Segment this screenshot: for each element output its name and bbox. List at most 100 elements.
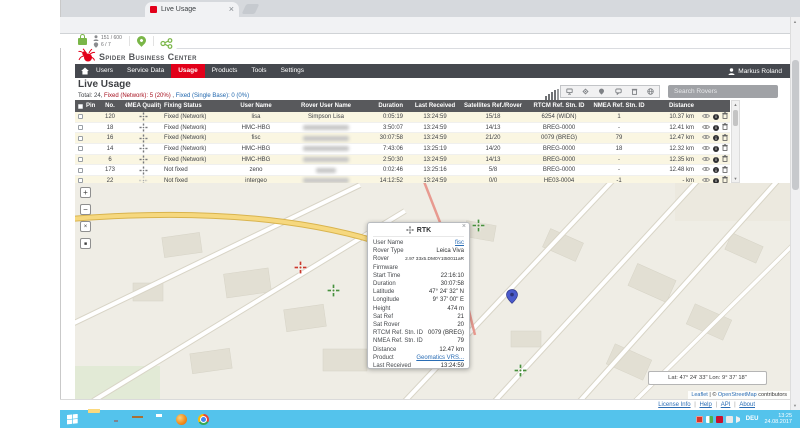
page-scroll-thumb[interactable] — [792, 60, 799, 190]
zoom-out-button[interactable]: − — [80, 204, 91, 215]
rover-license-count: 6 / 7 — [101, 42, 111, 49]
console-app-icon[interactable] — [110, 413, 123, 425]
map-pin-icon[interactable] — [598, 88, 605, 95]
row-checkbox[interactable] — [78, 114, 83, 119]
info-icon[interactable]: i — [713, 146, 719, 152]
remote-app-icon[interactable] — [154, 413, 167, 425]
new-tab-button[interactable] — [242, 4, 260, 14]
archive-app-icon[interactable] — [132, 413, 145, 425]
tray-flag-icon[interactable] — [706, 416, 713, 423]
nav-item-service-data[interactable]: Service Data — [120, 64, 171, 78]
info-icon[interactable]: i — [713, 125, 719, 131]
info-icon[interactable]: i — [713, 157, 719, 163]
row-checkbox[interactable] — [78, 168, 83, 173]
map[interactable]: +−×■ × RTK User NamefiscRover TypeLeica … — [75, 183, 790, 399]
footer-link-help[interactable]: Help — [699, 402, 711, 408]
attribution-tail: contributors — [757, 392, 787, 398]
map-marker-pin[interactable] — [506, 289, 518, 309]
globe-icon[interactable] — [647, 88, 654, 95]
trash-icon[interactable] — [722, 155, 728, 164]
popup-field-label: Product — [373, 354, 394, 362]
popup-header: RTK — [373, 226, 464, 237]
summary-fixed-single[interactable]: Fixed (Single Base): 0 (0%) — [176, 93, 249, 99]
trash-icon[interactable] — [722, 112, 728, 121]
zoom-in-button[interactable]: + — [80, 187, 91, 198]
summary-fixed-network[interactable]: Fixed (Network): 5 (20%) — [104, 93, 171, 99]
trash-icon[interactable] — [722, 166, 728, 175]
osm-link[interactable]: OpenStreetMap — [718, 392, 757, 398]
scroll-up-icon[interactable]: ▲ — [732, 101, 739, 108]
trash-icon[interactable] — [722, 144, 728, 153]
footer-link-about[interactable]: About — [739, 402, 755, 408]
page-scroll-down-icon[interactable]: ▼ — [791, 403, 799, 408]
eye-icon[interactable] — [702, 166, 710, 174]
popup-field-value[interactable]: fisc — [455, 239, 464, 247]
leaflet-link[interactable]: Leaflet — [691, 392, 708, 398]
table-row[interactable]: 14Fixed (Network)HMC-HBG7:43:0613:25:191… — [75, 144, 730, 155]
popup-field-value: 474 m — [447, 305, 464, 313]
table-row[interactable]: 120Fixed (Network)lisaSimpson Lisa0:05:1… — [75, 112, 730, 123]
map-marker-crosshair[interactable] — [472, 219, 485, 237]
table-scroll-thumb[interactable] — [733, 110, 738, 126]
footer-link-license-info[interactable]: License Info — [658, 402, 690, 408]
tray-app-icon-3[interactable] — [726, 416, 733, 423]
clock-time: 13:25 — [778, 413, 792, 419]
list-view-icon[interactable] — [566, 88, 573, 95]
start-button[interactable] — [67, 414, 79, 425]
map-marker-crosshair[interactable] — [327, 284, 340, 302]
file-explorer-icon[interactable] — [88, 413, 101, 425]
popup-field-label: Rover Firmware — [373, 255, 405, 271]
account-menu[interactable]: Markus Roland — [728, 68, 782, 75]
nav-item-products[interactable]: Products — [205, 64, 245, 78]
map-marker-crosshair[interactable] — [514, 364, 527, 382]
popup-field: Last Received13:24:59 — [373, 362, 464, 370]
info-icon[interactable]: i — [713, 114, 719, 120]
eye-icon[interactable] — [702, 134, 710, 142]
table-row[interactable]: 173Not fixedzeno0:02:4613:25:165/8BREG-0… — [75, 165, 730, 176]
map-marker-crosshair[interactable] — [294, 261, 307, 279]
browser-tab[interactable]: Live Usage × — [145, 2, 239, 17]
info-icon[interactable]: i — [713, 135, 719, 141]
row-checkbox[interactable] — [78, 125, 83, 130]
nav-item-tools[interactable]: Tools — [244, 64, 273, 78]
tray-app-icon-1[interactable] — [696, 416, 703, 423]
popup-close-icon[interactable]: × — [462, 223, 466, 230]
table-row[interactable]: 6Fixed (Network)HMC-HBG2:50:3013:24:5914… — [75, 155, 730, 166]
tray-app-icon-2[interactable] — [716, 416, 723, 423]
row-checkbox[interactable] — [78, 146, 83, 151]
delete-icon[interactable] — [631, 88, 638, 95]
full-extent-button[interactable]: ■ — [80, 238, 91, 249]
home-icon[interactable] — [81, 67, 89, 75]
tab-close-icon[interactable]: × — [229, 5, 234, 14]
volume-icon[interactable] — [736, 416, 740, 423]
keyboard-language[interactable]: DEU — [746, 416, 759, 422]
scroll-down-icon[interactable]: ▼ — [732, 175, 739, 182]
eye-icon[interactable] — [702, 124, 710, 132]
chrome-icon[interactable] — [198, 413, 211, 425]
header-checkbox[interactable] — [78, 104, 83, 109]
row-actions: i — [700, 155, 730, 165]
nav-item-users[interactable]: Users — [89, 64, 120, 78]
eye-icon[interactable] — [702, 145, 710, 153]
nav-item-settings[interactable]: Settings — [274, 64, 312, 78]
taskbar-clock[interactable]: 13:25 24.08.2017 — [764, 413, 792, 426]
row-checkbox[interactable] — [78, 136, 83, 141]
row-checkbox[interactable] — [78, 157, 83, 162]
crosshair-icon[interactable] — [582, 88, 589, 95]
eye-icon[interactable] — [702, 156, 710, 164]
firefox-icon[interactable] — [176, 413, 189, 425]
info-icon[interactable]: i — [713, 167, 719, 173]
trash-icon[interactable] — [722, 123, 728, 132]
footer-link-api[interactable]: API — [721, 402, 731, 408]
table-row[interactable]: 22Not fixedintergeo14:12:5213:24:590/0HE… — [75, 176, 730, 183]
clear-selection-button[interactable]: × — [80, 221, 91, 232]
page-scroll-up-icon[interactable]: ▲ — [791, 19, 799, 24]
table-row[interactable]: 18Fixed (Network)HMC-HBG3:50:0713:24:591… — [75, 123, 730, 134]
popup-field-value[interactable]: Geomatics VRS... — [416, 354, 464, 362]
table-row[interactable]: 16Fixed (Network)fisc30:07:5813:24:5921/… — [75, 133, 730, 144]
message-icon[interactable] — [615, 88, 622, 95]
search-input[interactable] — [668, 85, 778, 98]
eye-icon[interactable] — [702, 113, 710, 121]
nav-item-usage[interactable]: Usage — [171, 64, 205, 78]
trash-icon[interactable] — [722, 134, 728, 143]
